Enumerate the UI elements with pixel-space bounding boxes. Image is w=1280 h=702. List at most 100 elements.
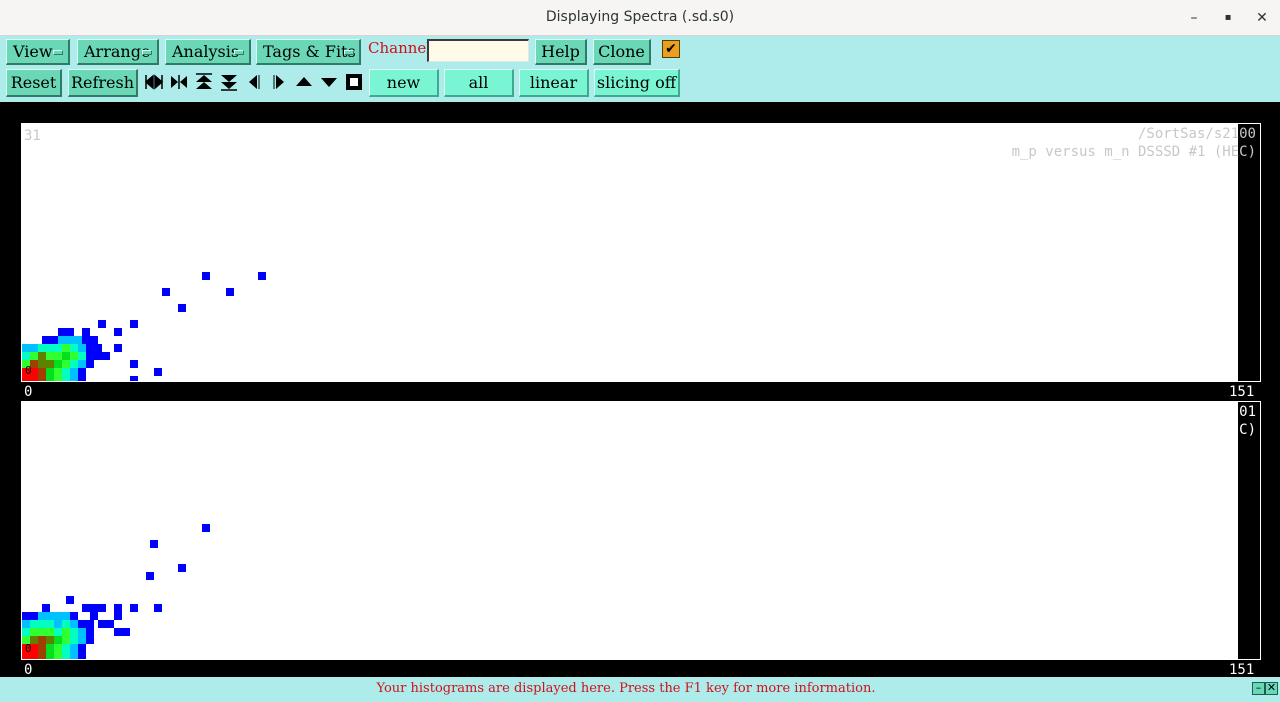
histogram-cell — [62, 620, 70, 628]
analysis-menu[interactable]: Analysis — [165, 39, 251, 65]
channel-input[interactable] — [427, 39, 529, 62]
histogram-cell — [70, 360, 78, 368]
histogram-cell — [146, 572, 154, 580]
histogram-cell — [98, 320, 106, 328]
histogram-cell — [94, 344, 102, 352]
checkbox[interactable]: ✔ — [662, 40, 680, 58]
status-message: Your histograms are displayed here. Pres… — [376, 681, 876, 696]
histogram-cell — [46, 376, 54, 381]
histogram-cell — [78, 620, 86, 628]
histogram-canvas — [22, 272, 266, 381]
tags-fits-menu[interactable]: Tags & Fits — [256, 39, 361, 65]
refresh-button[interactable]: Refresh — [68, 69, 138, 97]
histogram-cell — [62, 344, 70, 352]
histogram-cell — [62, 612, 70, 620]
histogram-cell — [202, 272, 210, 280]
histogram-cell — [38, 344, 46, 352]
histogram-path: 01 — [1239, 404, 1256, 420]
histogram-cell — [38, 352, 46, 360]
down-icon[interactable] — [319, 72, 339, 92]
histogram-cell — [46, 368, 54, 376]
histogram-cell — [22, 628, 30, 636]
origin-marker: 0 — [25, 642, 32, 655]
histogram-cell — [62, 636, 70, 644]
histogram-cell — [70, 628, 78, 636]
stop-icon[interactable] — [344, 72, 364, 92]
histogram-cell — [62, 360, 70, 368]
menu-indicator-icon — [142, 50, 152, 55]
view-menu[interactable]: View — [6, 39, 70, 65]
close-button[interactable]: ✕ — [1252, 8, 1272, 28]
all-toggle[interactable]: all — [444, 69, 514, 97]
histogram-cell — [90, 336, 98, 344]
clone-button[interactable]: Clone — [593, 39, 651, 65]
reset-button[interactable]: Reset — [6, 69, 62, 97]
histogram-cell — [90, 612, 98, 620]
histogram-cell — [178, 304, 186, 312]
slicing-toggle[interactable]: slicing off — [594, 69, 680, 97]
histogram-description: m_p versus m_n DSSSD #1 (HEC) — [1011, 144, 1256, 160]
help-button[interactable]: Help — [535, 39, 587, 65]
first-icon[interactable] — [144, 72, 164, 92]
histogram-cell — [54, 352, 62, 360]
histogram-cell — [114, 628, 122, 636]
histogram-plot-2[interactable]: 01 C) 0 — [21, 401, 1261, 660]
histogram-cell — [78, 352, 86, 360]
histogram-cell — [62, 644, 70, 652]
right-icon[interactable] — [269, 72, 289, 92]
expand-up-icon[interactable] — [194, 72, 214, 92]
histogram-cell — [98, 620, 106, 628]
view-menu-label: View — [13, 42, 53, 61]
histogram-cell — [30, 352, 38, 360]
up-icon[interactable] — [294, 72, 314, 92]
histogram-cell — [130, 360, 138, 368]
histogram-cell — [82, 328, 90, 336]
histogram-cell — [226, 288, 234, 296]
expand-down-icon[interactable] — [219, 72, 239, 92]
histogram-description: C) — [1239, 422, 1256, 438]
x-axis-min: 0 — [24, 384, 33, 400]
histogram-cell — [22, 620, 30, 628]
histogram-cell — [70, 620, 78, 628]
minimize-button[interactable]: – — [1184, 8, 1204, 28]
histogram-cell — [46, 352, 54, 360]
left-icon[interactable] — [244, 72, 264, 92]
x-axis-min: 0 — [24, 662, 33, 678]
histogram-cell — [46, 644, 54, 652]
histogram-cell — [38, 376, 46, 381]
maximize-button[interactable]: ▪ — [1218, 8, 1238, 28]
histogram-cell — [90, 604, 98, 612]
histogram-cell — [150, 540, 158, 548]
histogram-cell — [178, 564, 186, 572]
menu-indicator-icon — [234, 50, 244, 55]
histogram-cell — [74, 336, 82, 344]
tags-fits-menu-label: Tags & Fits — [263, 42, 356, 61]
histogram-cell — [70, 376, 78, 381]
window-title: Displaying Spectra (.sd.s0) — [545, 9, 735, 25]
channel-label: Channel: — [368, 39, 437, 57]
histogram-cell — [82, 604, 90, 612]
expand-horizontal-icon[interactable] — [169, 72, 189, 92]
histogram-cell — [38, 360, 46, 368]
status-close-button[interactable]: ✕ — [1265, 682, 1278, 695]
new-toggle[interactable]: new — [369, 69, 439, 97]
histogram-cell — [38, 368, 46, 376]
histogram-plot-1[interactable]: 31 /SortSas/s2100 m_p versus m_n DSSSD #… — [21, 123, 1261, 382]
histogram-cell — [30, 344, 38, 352]
status-minimize-button[interactable]: – — [1252, 682, 1265, 695]
histogram-cell — [130, 376, 138, 381]
arrange-menu[interactable]: Arrange — [77, 39, 159, 65]
histogram-cell — [70, 636, 78, 644]
histogram-cell — [46, 652, 54, 659]
histogram-cell — [46, 628, 54, 636]
histogram-cell — [82, 336, 90, 344]
linear-toggle[interactable]: linear — [519, 69, 589, 97]
status-bar: Your histograms are displayed here. Pres… — [0, 677, 1280, 702]
histogram-cell — [54, 344, 62, 352]
histogram-cell — [114, 344, 122, 352]
menu-indicator-icon — [53, 50, 63, 55]
arrange-menu-label: Arrange — [84, 42, 151, 61]
window-titlebar: Displaying Spectra (.sd.s0) – ▪ ✕ — [0, 0, 1280, 36]
histogram-path: /SortSas/s2100 — [1137, 126, 1256, 142]
histogram-cell — [78, 652, 86, 659]
